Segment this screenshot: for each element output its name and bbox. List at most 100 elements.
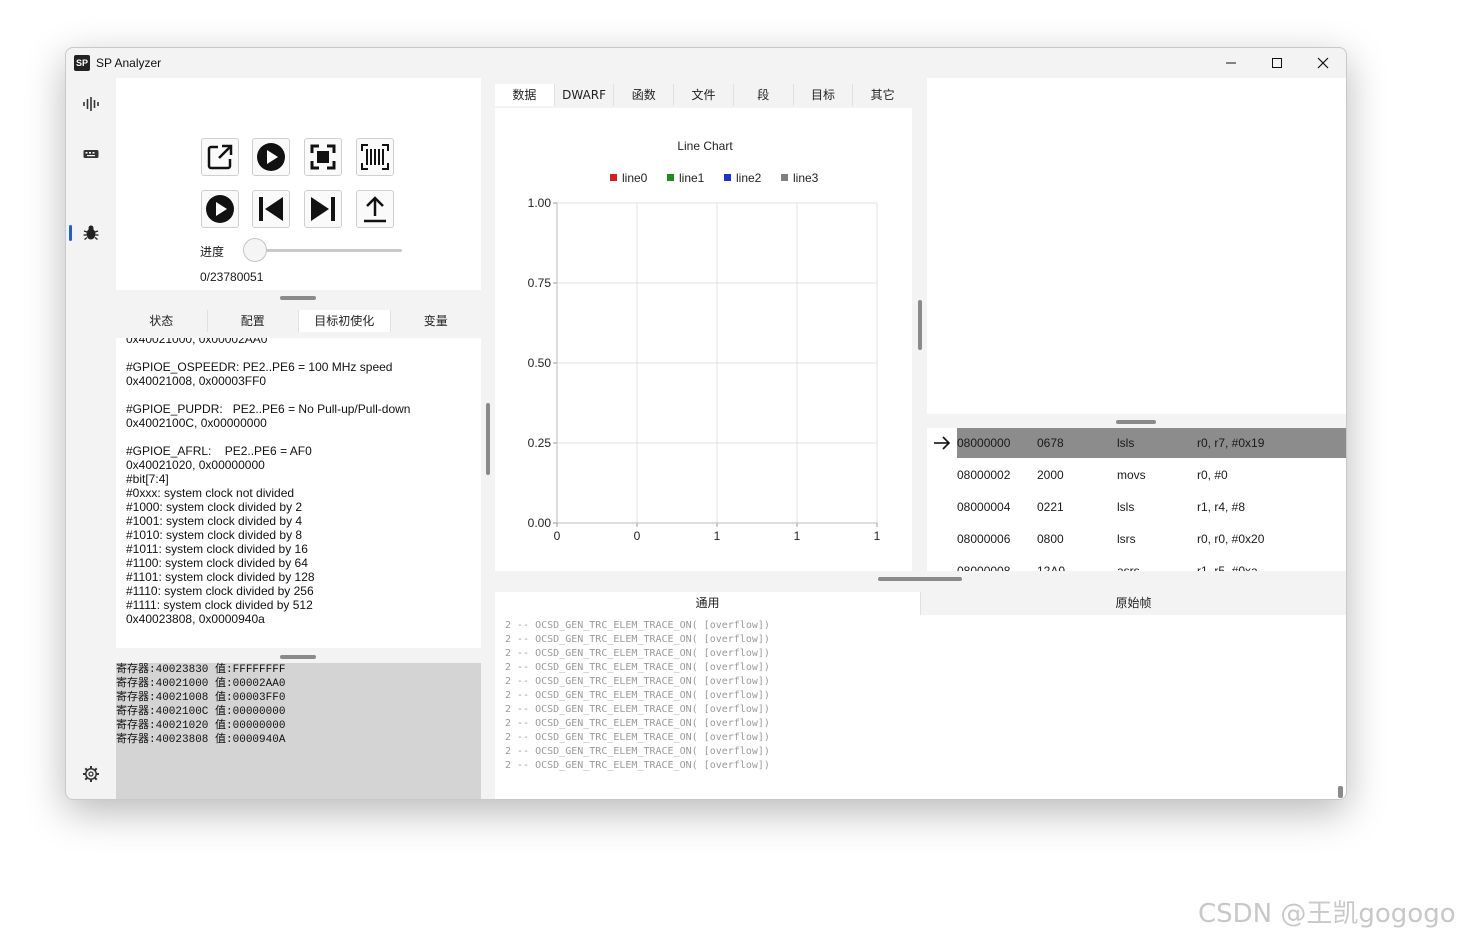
- skip-forward-icon: [311, 197, 335, 221]
- line-chart: Line Chart line0 line1 line2 line3 0.00 0.25 0.…: [528, 139, 881, 543]
- log-line: 2 -- OCSD_GEN_TRC_ELEM_TRACE_ON( [overfl…: [505, 760, 770, 771]
- bottom-tab-1[interactable]: 原始帧: [921, 592, 1346, 615]
- keyboard-icon[interactable]: [82, 145, 100, 163]
- y-tick-label: 0.75: [528, 276, 552, 290]
- legend-swatch: [781, 174, 788, 181]
- asm-addr: 08000008: [957, 564, 1011, 571]
- minimize-button[interactable]: [1208, 48, 1254, 78]
- register-line: 寄存器:40021008 值:00003FF0: [116, 692, 286, 704]
- tab-0[interactable]: 状态: [116, 310, 208, 332]
- register-line: 寄存器:40023808 值:0000940A: [116, 734, 286, 746]
- editor-line: 0x40021008, 0x00003FF0: [126, 374, 267, 388]
- center-tab-6[interactable]: 其它: [853, 84, 912, 106]
- watermark: CSDN @王凯gogogo: [1198, 899, 1456, 929]
- asm-code: 0800: [1037, 532, 1064, 546]
- gear-icon[interactable]: [82, 765, 100, 783]
- external-link-icon: [207, 144, 233, 170]
- run-button[interactable]: [201, 190, 239, 228]
- minimize-icon: [1226, 62, 1236, 64]
- splitter-handle[interactable]: [1116, 420, 1156, 424]
- trace-log: 2 -- OCSD_GEN_TRC_ELEM_TRACE_ON( [overfl…: [495, 615, 1346, 799]
- asm-ops: r1, r5, #0xa: [1197, 564, 1258, 571]
- maximize-button[interactable]: [1254, 48, 1300, 78]
- legend-label: line2: [736, 171, 762, 185]
- bug-icon[interactable]: [82, 224, 100, 242]
- asm-mnem: asrs: [1117, 564, 1140, 571]
- legend-swatch: [667, 174, 674, 181]
- editor-line: #1111: system clock divided by 512: [126, 598, 313, 612]
- disassembly-row[interactable]: 08000004 0221 lsls r1, r4, #8: [957, 492, 1346, 522]
- active-indicator: [69, 225, 72, 241]
- bottom-tab-0[interactable]: 通用: [495, 592, 921, 615]
- splitter-handle[interactable]: [280, 296, 316, 300]
- asm-code: 2000: [1037, 468, 1064, 482]
- asm-addr: 08000006: [957, 532, 1011, 546]
- init-script-editor[interactable]: 0x40021000, 0x00002AA0 #GPIOE_OSPEEDR: PE…: [116, 338, 481, 648]
- control-panel: 进度 0/23780051: [116, 78, 481, 290]
- asm-addr: 08000002: [957, 468, 1011, 482]
- log-line: 2 -- OCSD_GEN_TRC_ELEM_TRACE_ON( [overfl…: [505, 662, 770, 673]
- legend-swatch: [610, 174, 617, 181]
- waveform-icon[interactable]: [82, 95, 100, 113]
- center-tab-1[interactable]: DWARF: [555, 84, 615, 106]
- external-link-button[interactable]: [201, 138, 239, 176]
- upload-button[interactable]: [356, 190, 394, 228]
- legend-swatch: [724, 174, 731, 181]
- center-tab-5[interactable]: 目标: [794, 84, 854, 106]
- register-line: 寄存器:4002100C 值:00000000: [116, 706, 286, 718]
- legend-label: line3: [793, 171, 819, 185]
- splitter-handle[interactable]: [878, 577, 962, 581]
- close-button[interactable]: [1300, 48, 1346, 78]
- x-tick-label: 1: [874, 529, 881, 543]
- asm-mnem: movs: [1117, 468, 1146, 482]
- asm-ops: r1, r4, #8: [1197, 500, 1246, 514]
- fullscreen-button[interactable]: [304, 138, 342, 176]
- disassembly-row[interactable]: 08000008 12A0 asrs r1, r5, #0xa: [957, 556, 1346, 571]
- center-tab-bar: 数据 DWARF 函数 文件段目标 其它: [495, 84, 912, 106]
- tab-3[interactable]: 变量: [391, 310, 482, 332]
- editor-line: #1000: system clock divided by 2: [126, 500, 303, 514]
- splitter-handle[interactable]: [280, 655, 316, 659]
- disassembly-row[interactable]: 08000002 2000 movs r0, #0: [957, 460, 1346, 490]
- x-tick-label: 1: [714, 529, 721, 543]
- editor-scrollbar[interactable]: [486, 403, 490, 475]
- log-line: 2 -- OCSD_GEN_TRC_ELEM_TRACE_ON( [overfl…: [505, 634, 770, 645]
- editor-line: #1110: system clock divided by 256: [126, 584, 314, 598]
- window-title: SP Analyzer: [96, 56, 162, 70]
- center-tab-3[interactable]: 文件: [674, 84, 734, 106]
- register-line: 寄存器:40021000 值:00002AA0: [116, 678, 286, 690]
- progress-slider[interactable]: [251, 249, 402, 252]
- title-bar[interactable]: SP SP Analyzer: [66, 48, 1346, 78]
- disassembly-row[interactable]: 08000000 0678 lsls r0, r7, #0x19: [957, 428, 1346, 458]
- disassembly-row[interactable]: 08000006 0800 lsrs r0, r0, #0x20: [957, 524, 1346, 554]
- log-line: 2 -- OCSD_GEN_TRC_ELEM_TRACE_ON( [overfl…: [505, 648, 770, 659]
- y-tick-label: 0.25: [528, 436, 552, 450]
- log-line: 2 -- OCSD_GEN_TRC_ELEM_TRACE_ON( [overfl…: [505, 732, 770, 743]
- log-scrollbar[interactable]: [1338, 786, 1343, 798]
- center-tab-2[interactable]: 函数: [614, 84, 675, 106]
- skip-back-button[interactable]: [252, 190, 290, 228]
- play-button[interactable]: [252, 138, 290, 176]
- progress-label: 进度: [200, 245, 225, 259]
- skip-forward-button[interactable]: [304, 190, 342, 228]
- arrow-right-icon: [934, 436, 951, 450]
- tab-1[interactable]: 配置: [208, 310, 299, 332]
- log-line: 2 -- OCSD_GEN_TRC_ELEM_TRACE_ON( [overfl…: [505, 676, 770, 687]
- y-tick-label: 0.50: [528, 356, 552, 370]
- activity-bar: [66, 78, 116, 799]
- log-line: 2 -- OCSD_GEN_TRC_ELEM_TRACE_ON( [overfl…: [505, 620, 770, 631]
- editor-line: 0x40021020, 0x00000000: [126, 458, 265, 472]
- bottom-tab-bar: 通用 原始帧: [495, 592, 1346, 616]
- line-chart-panel: Line Chart line0 line1 line2 line3 0.00 0.25 0.…: [495, 108, 912, 571]
- editor-line: #1011: system clock divided by 16: [126, 542, 308, 556]
- splitter-handle[interactable]: [918, 300, 922, 350]
- progress-slider-thumb[interactable]: [243, 238, 267, 262]
- tab-2[interactable]: 目标初使化: [299, 310, 391, 332]
- asm-ops: r0, #0: [1197, 468, 1228, 482]
- barcode-button[interactable]: [356, 138, 394, 176]
- center-tab-0[interactable]: 数据: [495, 84, 555, 106]
- asm-mnem: lsls: [1117, 500, 1135, 514]
- asm-mnem: lsls: [1117, 436, 1135, 450]
- center-tab-4[interactable]: 段: [734, 84, 794, 106]
- app-logo: SP: [74, 55, 90, 71]
